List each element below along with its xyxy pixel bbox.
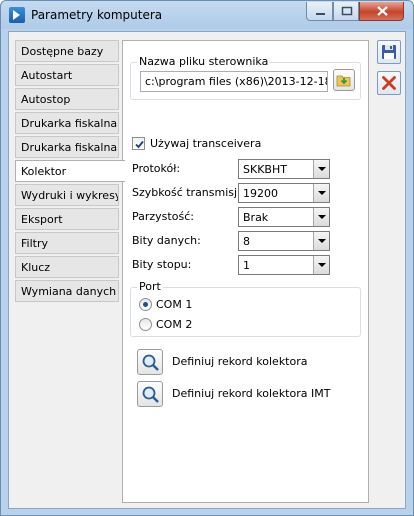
driver-file-group-label: Nazwa pliku sterownika [137,55,271,68]
floppy-disk-icon [382,45,396,59]
stop-bits-label: Bity stopu: [132,258,192,271]
transceiver-checkbox[interactable] [132,137,145,150]
browse-file-button[interactable] [333,69,355,91]
tab-kolektor[interactable]: Kolektor [15,160,125,182]
dialog-body: Dostępne bazy Autostart Autostop Drukark… [8,31,406,509]
chevron-down-icon[interactable] [313,232,329,250]
stop-bits-select[interactable]: 1 [238,255,330,275]
checkmark-icon [135,140,144,149]
com1-radio[interactable] [139,298,152,311]
tab-drukarka-fiskalna[interactable]: Drukarka fiskalna [15,112,119,134]
speed-select[interactable]: 19200 [238,183,330,203]
parity-label: Parzystość: [132,210,194,223]
com2-label: COM 2 [156,318,193,331]
minimize-button[interactable] [306,2,333,21]
cancel-button[interactable] [377,71,401,95]
define-record-button[interactable] [137,349,163,375]
close-window-button[interactable] [359,2,404,21]
chevron-down-icon[interactable] [313,208,329,226]
chevron-down-icon[interactable] [313,184,329,202]
folder-open-icon [336,75,351,87]
tab-wydruki-i-wykresy[interactable]: Wydruki i wykresy [15,184,119,206]
protocol-label: Protokół: [132,162,181,175]
protocol-select[interactable]: SKKBHT [238,159,330,179]
chevron-down-icon[interactable] [313,160,329,178]
define-record-label[interactable]: Definiuj rekord kolektora [172,355,308,368]
com2-radio[interactable] [139,318,152,331]
define-record-imt-button[interactable] [137,381,163,407]
speed-label: Szybkość transmisji: [132,186,244,199]
stop-bits-value: 1 [243,259,250,272]
save-button[interactable] [377,40,401,64]
window-title: Parametry komputera [31,8,163,22]
transceiver-label: Używaj transceivera [150,137,262,150]
maximize-button[interactable] [333,2,359,21]
define-record-imt-label[interactable]: Definiuj rekord kolektora IMT [172,387,330,400]
chevron-down-icon[interactable] [313,256,329,274]
port-group-label: Port [137,280,163,293]
parity-select[interactable]: Brak [238,207,330,227]
driver-file-group: Nazwa pliku sterownika c:\program files … [130,55,361,100]
protocol-value: SKKBHT [243,163,287,176]
speed-value: 19200 [243,187,278,200]
tab-autostart[interactable]: Autostart [15,64,119,86]
cancel-x-icon [382,76,396,90]
tab-autostop[interactable]: Autostop [15,88,119,110]
tab-wymiana-danych[interactable]: Wymiana danych [15,280,119,302]
title-bar[interactable]: Parametry komputera [1,1,413,31]
app-icon[interactable] [9,7,25,23]
kolektor-panel: Nazwa pliku sterownika c:\program files … [122,40,369,503]
port-group: Port COM 1 COM 2 [130,280,361,337]
magnifier-icon [142,386,159,403]
magnifier-icon [142,354,159,371]
app-window: Parametry komputera Dostępne bazy Autost… [0,0,414,516]
data-bits-value: 8 [243,235,250,248]
data-bits-label: Bity danych: [132,234,201,247]
tab-filtry[interactable]: Filtry [15,232,119,254]
tab-klucz[interactable]: Klucz [15,256,119,278]
parity-value: Brak [243,211,269,224]
com1-label: COM 1 [156,298,193,311]
tab-dostepne-bazy[interactable]: Dostępne bazy [15,40,119,62]
driver-path-field[interactable]: c:\program files (x86)\2013-12-18 2 [140,71,328,92]
data-bits-select[interactable]: 8 [238,231,330,251]
tab-drukarka-fiskalna-2[interactable]: Drukarka fiskalna 2 [15,136,119,158]
tab-eksport[interactable]: Eksport [15,208,119,230]
